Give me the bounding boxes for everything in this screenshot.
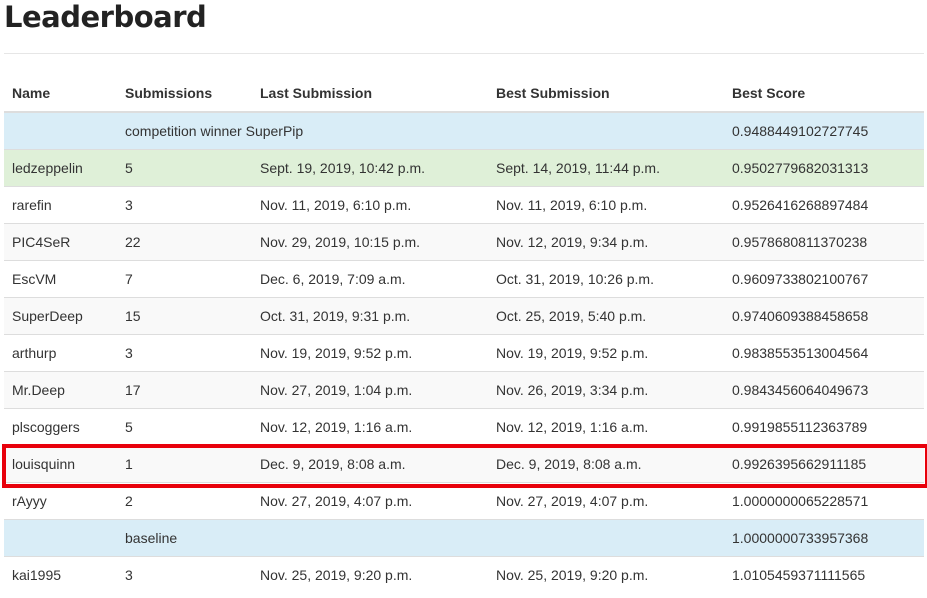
cell-name: rarefin <box>4 186 117 224</box>
cell-submissions: 17 <box>117 371 252 409</box>
cell-last-submission: Oct. 31, 2019, 9:31 p.m. <box>252 297 488 335</box>
cell-last-submission: Sept. 19, 2019, 10:42 p.m. <box>252 149 488 187</box>
cell-best-score: 0.9838553513004564 <box>724 334 924 372</box>
leaderboard-table: Name Submissions Last Submission Best Su… <box>4 75 924 593</box>
cell-submissions: 5 <box>117 149 252 187</box>
cell-last-submission: Dec. 6, 2019, 7:09 a.m. <box>252 260 488 298</box>
column-header-best-submission[interactable]: Best Submission <box>488 75 724 113</box>
cell-best-submission: Nov. 12, 2019, 9:34 p.m. <box>488 223 724 261</box>
cell-best-submission: Dec. 9, 2019, 8:08 a.m. <box>488 445 724 483</box>
cell-best-score: 0.9740609388458658 <box>724 297 924 335</box>
column-header-name[interactable]: Name <box>4 75 117 113</box>
cell-best-score: 1.0105459371111565 <box>724 556 924 593</box>
cell-name: Mr.Deep <box>4 371 117 409</box>
cell-best-score: 0.9919855112363789 <box>724 408 924 446</box>
cell-last-submission: Nov. 29, 2019, 10:15 p.m. <box>252 223 488 261</box>
cell-best-submission: Oct. 31, 2019, 10:26 p.m. <box>488 260 724 298</box>
column-header-submissions[interactable]: Submissions <box>117 75 252 113</box>
cell-best-score: 0.9526416268897484 <box>724 186 924 224</box>
cell-last-submission <box>252 519 488 557</box>
column-header-best-score[interactable]: Best Score <box>724 75 924 113</box>
cell-name: ledzeppelin <box>4 149 117 187</box>
cell-name: PIC4SeR <box>4 223 117 261</box>
table-row[interactable]: Mr.Deep 17 Nov. 27, 2019, 1:04 p.m. Nov. 26… <box>4 371 924 409</box>
cell-name: arthurp <box>4 334 117 372</box>
cell-name: rAyyy <box>4 482 117 520</box>
table-row[interactable]: kai1995 3 Nov. 25, 2019, 9:20 p.m. Nov. 25,… <box>4 556 924 593</box>
cell-name: SuperDeep <box>4 297 117 335</box>
cell-submissions: 3 <box>117 334 252 372</box>
cell-name: louisquinn <box>4 445 117 483</box>
cell-best-score: 0.9926395662911185 <box>724 445 924 483</box>
cell-best-score: 0.9578680811370238 <box>724 223 924 261</box>
title-divider <box>4 53 924 54</box>
cell-submissions: baseline <box>117 519 252 557</box>
table-row[interactable]: baseline 1.0000000733957368 <box>4 519 924 557</box>
table-row-highlighted[interactable]: louisquinn 1 Dec. 9, 2019, 8:08 a.m. Dec. 9… <box>4 445 924 483</box>
cell-submissions: 15 <box>117 297 252 335</box>
cell-best-score: 0.9502779682031313 <box>724 149 924 187</box>
cell-last-submission: Dec. 9, 2019, 8:08 a.m. <box>252 445 488 483</box>
column-header-last-submission[interactable]: Last Submission <box>252 75 488 113</box>
cell-last-submission: Nov. 25, 2019, 9:20 p.m. <box>252 556 488 593</box>
cell-name: plscoggers <box>4 408 117 446</box>
page-title: Leaderboard <box>4 0 207 34</box>
cell-submissions: 3 <box>117 556 252 593</box>
cell-submissions: 22 <box>117 223 252 261</box>
table-row[interactable]: plscoggers 5 Nov. 12, 2019, 1:16 a.m. Nov. … <box>4 408 924 446</box>
cell-name: kai1995 <box>4 556 117 593</box>
cell-best-submission: Nov. 12, 2019, 1:16 a.m. <box>488 408 724 446</box>
cell-submissions: competition winner SuperPip <box>117 111 303 150</box>
cell-best-score: 1.0000000733957368 <box>724 519 924 557</box>
cell-submissions: 1 <box>117 445 252 483</box>
cell-submissions: 2 <box>117 482 252 520</box>
table-row[interactable]: SuperDeep 15 Oct. 31, 2019, 9:31 p.m. Oct. … <box>4 297 924 335</box>
cell-submissions: 5 <box>117 408 252 446</box>
cell-last-submission: Nov. 27, 2019, 1:04 p.m. <box>252 371 488 409</box>
table-row[interactable]: arthurp 3 Nov. 19, 2019, 9:52 p.m. Nov. 19,… <box>4 334 924 372</box>
table-row[interactable]: competition winner SuperPip 0.94884491027… <box>4 111 924 150</box>
cell-best-submission: Nov. 27, 2019, 4:07 p.m. <box>488 482 724 520</box>
cell-submissions: 7 <box>117 260 252 298</box>
cell-best-submission: Sept. 14, 2019, 11:44 p.m. <box>488 149 724 187</box>
cell-best-score: 0.9488449102727745 <box>724 111 924 150</box>
cell-last-submission: Nov. 12, 2019, 1:16 a.m. <box>252 408 488 446</box>
cell-best-submission <box>488 111 724 150</box>
table-row[interactable]: rarefin 3 Nov. 11, 2019, 6:10 p.m. Nov. 11,… <box>4 186 924 224</box>
table-row[interactable]: EscVM 7 Dec. 6, 2019, 7:09 a.m. Oct. 31, 20… <box>4 260 924 298</box>
cell-best-submission: Nov. 26, 2019, 3:34 p.m. <box>488 371 724 409</box>
cell-best-submission: Nov. 25, 2019, 9:20 p.m. <box>488 556 724 593</box>
cell-name <box>4 111 117 150</box>
table-row[interactable]: ledzeppelin 5 Sept. 19, 2019, 10:42 p.m. Se… <box>4 149 924 187</box>
cell-best-submission: Oct. 25, 2019, 5:40 p.m. <box>488 297 724 335</box>
cell-submissions: 3 <box>117 186 252 224</box>
cell-best-submission <box>488 519 724 557</box>
cell-best-score: 1.0000000065228571 <box>724 482 924 520</box>
cell-best-score: 0.9843456064049673 <box>724 371 924 409</box>
cell-name: EscVM <box>4 260 117 298</box>
cell-last-submission: Nov. 27, 2019, 4:07 p.m. <box>252 482 488 520</box>
cell-last-submission: Nov. 11, 2019, 6:10 p.m. <box>252 186 488 224</box>
cell-last-submission: Nov. 19, 2019, 9:52 p.m. <box>252 334 488 372</box>
cell-best-submission: Nov. 19, 2019, 9:52 p.m. <box>488 334 724 372</box>
table-row[interactable]: PIC4SeR 22 Nov. 29, 2019, 10:15 p.m. Nov. 1… <box>4 223 924 261</box>
cell-name <box>4 519 117 557</box>
cell-best-score: 0.9609733802100767 <box>724 260 924 298</box>
table-header-row: Name Submissions Last Submission Best Su… <box>4 75 924 113</box>
table-row[interactable]: rAyyy 2 Nov. 27, 2019, 4:07 p.m. Nov. 27, 2… <box>4 482 924 520</box>
cell-best-submission: Nov. 11, 2019, 6:10 p.m. <box>488 186 724 224</box>
